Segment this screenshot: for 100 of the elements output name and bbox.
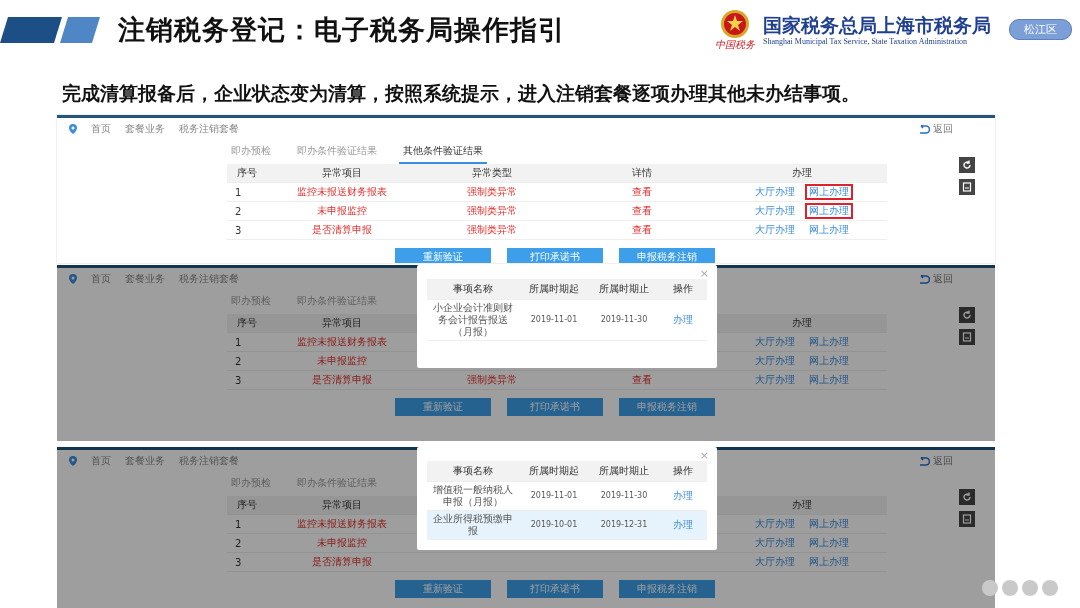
breadcrumb-item[interactable]: 首页 (91, 122, 111, 136)
action-link[interactable]: 网上办理 (805, 184, 853, 200)
table-cell-text: 1 (234, 336, 243, 348)
action-link[interactable]: 大厅办理 (751, 353, 799, 369)
action-link[interactable]: 大厅办理 (751, 516, 799, 532)
back-link[interactable]: 返回 (918, 454, 953, 468)
action-button[interactable]: 申报税务注销 (619, 248, 715, 263)
breadcrumb-item[interactable]: 套餐业务 (125, 454, 165, 468)
action-button[interactable]: 打印承诺书 (507, 398, 603, 416)
dialog-row[interactable]: 小企业会计准则财务会计报告报送（月报） 2019-11-01 2019-11-30 办理 (427, 300, 707, 341)
tab[interactable]: 即办条件验证结果 (293, 144, 381, 164)
breadcrumb-item[interactable]: 税务注销套餐 (179, 454, 239, 468)
column-header: 序号 (236, 166, 258, 180)
breadcrumb-item[interactable]: 套餐业务 (125, 272, 165, 286)
header-stripe-icon (0, 16, 100, 43)
table-cell-text: 强制类异常 (466, 185, 518, 199)
table-cell-text: 1 (234, 518, 243, 530)
column-header: 办理 (791, 166, 813, 180)
action-link[interactable]: 网上办理 (805, 353, 853, 369)
return-arrow-icon (918, 124, 930, 134)
column-header: 操作 (672, 282, 694, 296)
slide-title: 注销税务登记：电子税务局操作指引 (118, 12, 566, 47)
handle-link[interactable]: 办理 (659, 517, 707, 533)
action-link[interactable]: 大厅办理 (751, 184, 799, 200)
refresh-icon[interactable] (959, 157, 975, 173)
table-cell-text: 2019-11-01 (529, 314, 579, 326)
action-link[interactable]: 大厅办理 (751, 334, 799, 350)
tab[interactable]: 即办预检 (227, 294, 275, 314)
page-dot[interactable] (1042, 580, 1058, 596)
column-header: 所属时期起 (528, 282, 580, 296)
table-cell-text: 2 (234, 355, 243, 367)
district-label: 松江区 (1009, 19, 1072, 40)
action-link[interactable]: 大厅办理 (751, 222, 799, 238)
document-icon[interactable] (959, 329, 975, 345)
table-cell-text: 2019-12-31 (599, 519, 649, 531)
column-header: 所属时期止 (598, 282, 650, 296)
action-link[interactable]: 网上办理 (805, 535, 853, 551)
table-cell-text: 小企业会计准则财务会计报告报送（月报） (432, 301, 514, 339)
action-link[interactable]: 大厅办理 (751, 554, 799, 570)
table-cell-text: 是否清算申报 (311, 373, 373, 387)
action-button[interactable]: 打印承诺书 (507, 580, 603, 598)
action-button[interactable]: 申报税务注销 (619, 580, 715, 598)
table-cell-text: 查看 (631, 373, 653, 387)
action-link[interactable]: 网上办理 (805, 554, 853, 570)
breadcrumb-item[interactable]: 首页 (91, 272, 111, 286)
action-button[interactable]: 重新验证 (395, 248, 491, 263)
table-cell-text: 2019-11-01 (529, 490, 579, 502)
refresh-icon[interactable] (959, 489, 975, 505)
action-link[interactable]: 大厅办理 (751, 535, 799, 551)
tab[interactable]: 即办预检 (227, 476, 275, 496)
table-cell-text: 3 (234, 556, 243, 568)
handle-link[interactable]: 办理 (659, 488, 707, 504)
action-button[interactable]: 打印承诺书 (507, 248, 603, 263)
table-cell-text: 查看 (631, 204, 653, 218)
column-header: 办理 (791, 498, 813, 512)
action-link[interactable]: 网上办理 (805, 334, 853, 350)
action-button[interactable]: 重新验证 (395, 580, 491, 598)
page-dot[interactable] (982, 580, 998, 596)
handle-link[interactable]: 办理 (659, 312, 707, 328)
action-link[interactable]: 大厅办理 (751, 203, 799, 219)
table-cell-text: 3 (234, 224, 243, 236)
agency-name: 国家税务总局上海市税务局 (763, 13, 991, 37)
column-header: 详情 (631, 166, 653, 180)
document-icon[interactable] (959, 179, 975, 195)
column-header: 序号 (236, 498, 258, 512)
action-link[interactable]: 网上办理 (805, 372, 853, 388)
action-button[interactable]: 重新验证 (395, 398, 491, 416)
page-dot[interactable] (1002, 580, 1018, 596)
back-link[interactable]: 返回 (918, 272, 953, 286)
action-link[interactable]: 大厅办理 (751, 372, 799, 388)
column-header: 所属时期止 (598, 464, 650, 478)
breadcrumb-item[interactable]: 税务注销套餐 (179, 122, 239, 136)
page-dot[interactable] (1022, 580, 1038, 596)
refresh-icon[interactable] (959, 307, 975, 323)
column-header: 序号 (236, 316, 258, 330)
dialog-row[interactable]: 企业所得税预缴申报 2019-10-01 2019-12-31 办理 (427, 511, 707, 540)
table-cell-text: 企业所得税预缴申报 (432, 512, 514, 538)
tab[interactable]: 即办预检 (227, 144, 275, 164)
location-pin-icon (69, 274, 77, 284)
close-button[interactable]: × (699, 267, 709, 280)
close-button[interactable]: × (699, 449, 709, 462)
table-cell-text: 查看 (631, 223, 653, 237)
document-icon[interactable] (959, 511, 975, 527)
table-cell-text: 未申报监控 (316, 204, 368, 218)
back-link[interactable]: 返回 (918, 122, 953, 136)
emblem-icon (720, 9, 750, 39)
breadcrumb-item[interactable]: 套餐业务 (125, 122, 165, 136)
action-link[interactable]: 网上办理 (805, 516, 853, 532)
return-arrow-icon (918, 456, 930, 466)
location-pin-icon (69, 124, 77, 134)
action-link[interactable]: 网上办理 (805, 222, 853, 238)
dialog-row[interactable]: 增值税一般纳税人申报（月报） 2019-11-01 2019-11-30 办理 (427, 482, 707, 511)
intro-text: 完成清算报备后，企业状态变为清算，按照系统提示，进入注销套餐逐项办理其他未办结事项。 (62, 83, 861, 105)
column-header: 异常项目 (321, 316, 363, 330)
breadcrumb-item[interactable]: 首页 (91, 454, 111, 468)
breadcrumb-item[interactable]: 税务注销套餐 (179, 272, 239, 286)
action-link[interactable]: 网上办理 (805, 203, 853, 219)
table-cell-text: 监控未报送财务报表 (296, 335, 388, 349)
action-button[interactable]: 申报税务注销 (619, 398, 715, 416)
table-cell-text: 强制类异常 (466, 223, 518, 237)
